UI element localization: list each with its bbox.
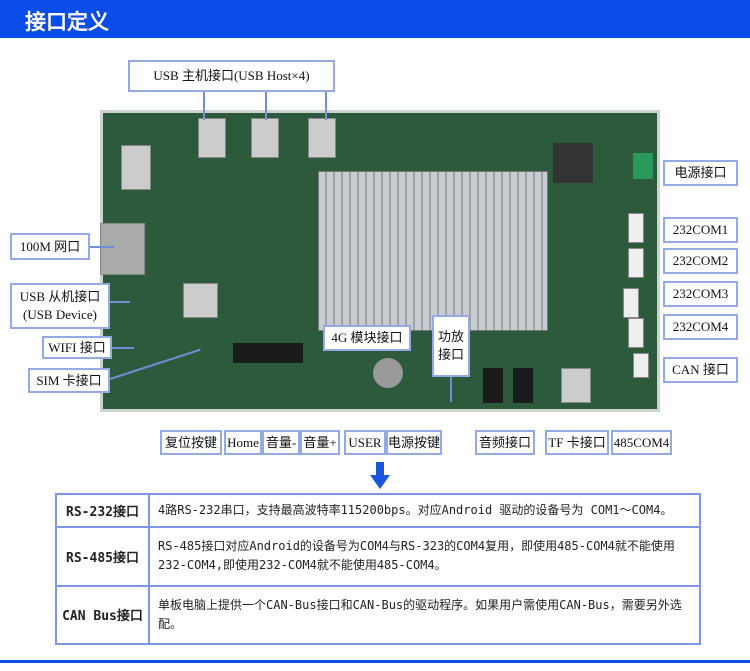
table-row: RS-485接口 RS-485接口对应Android的设备号为COM4与RS-32… bbox=[55, 526, 701, 587]
table-row: RS-232接口 4路RS-232串口，支持最高波特率115200bps。对应An… bbox=[55, 492, 701, 529]
label-text: 接口 bbox=[437, 347, 464, 362]
header-bar: 接口定义 bbox=[0, 0, 750, 38]
label-text: (USB Device) bbox=[22, 307, 97, 322]
row-name: RS-232接口 bbox=[55, 492, 150, 529]
label-vol-up: 音量+ bbox=[300, 430, 340, 455]
interface-table: RS-232接口 4路RS-232串口，支持最高波特率115200bps。对应An… bbox=[55, 492, 701, 646]
row-desc: RS-485接口对应Android的设备号为COM4与RS-323的COM4复用… bbox=[148, 526, 701, 587]
row-name: CAN Bus接口 bbox=[55, 584, 150, 646]
label-usb-device: USB 从机接口 (USB Device) bbox=[10, 283, 110, 329]
label-power: 电源接口 bbox=[663, 160, 738, 186]
row-desc: 4路RS-232串口，支持最高波特率115200bps。对应Android 驱动… bbox=[148, 492, 701, 529]
label-232com2: 232COM2 bbox=[663, 248, 738, 274]
label-232com1: 232COM1 bbox=[663, 217, 738, 243]
label-user: USER bbox=[344, 430, 386, 455]
table-row: CAN Bus接口 单板电脑上提供一个CAN-Bus接口和CAN-Bus的驱动程序… bbox=[55, 584, 701, 646]
label-sim: SIM 卡接口 bbox=[28, 368, 110, 393]
label-reset: 复位按键 bbox=[160, 430, 222, 455]
arrow-down-icon bbox=[370, 462, 390, 489]
label-text: 功放 bbox=[437, 329, 464, 345]
label-text: USB 从机接口 bbox=[19, 289, 101, 305]
label-amplifier: 功放 接口 bbox=[432, 315, 470, 377]
heatsink bbox=[318, 171, 548, 331]
label-tf-card: TF 卡接口 bbox=[545, 430, 609, 455]
row-name: RS-485接口 bbox=[55, 526, 150, 587]
board-photo bbox=[100, 110, 660, 412]
footer-line bbox=[0, 660, 750, 663]
label-4g-module: 4G 模块接口 bbox=[323, 325, 411, 351]
label-home: Home bbox=[224, 430, 262, 455]
label-wifi: WIFI 接口 bbox=[42, 336, 112, 359]
page-title: 接口定义 bbox=[25, 10, 109, 34]
label-power-button: 电源按键 bbox=[386, 430, 442, 455]
label-usb-host: USB 主机接口(USB Host×4) bbox=[128, 60, 335, 92]
label-232com3: 232COM3 bbox=[663, 281, 738, 307]
label-232com4: 232COM4 bbox=[663, 314, 738, 340]
label-audio: 音频接口 bbox=[475, 430, 535, 455]
label-485com4: 485COM4 bbox=[611, 430, 672, 455]
row-desc: 单板电脑上提供一个CAN-Bus接口和CAN-Bus的驱动程序。如果用户需使用C… bbox=[148, 584, 701, 646]
label-lan: 100M 网口 bbox=[10, 233, 90, 260]
label-can: CAN 接口 bbox=[663, 357, 738, 383]
label-vol-down: 音量- bbox=[262, 430, 300, 455]
